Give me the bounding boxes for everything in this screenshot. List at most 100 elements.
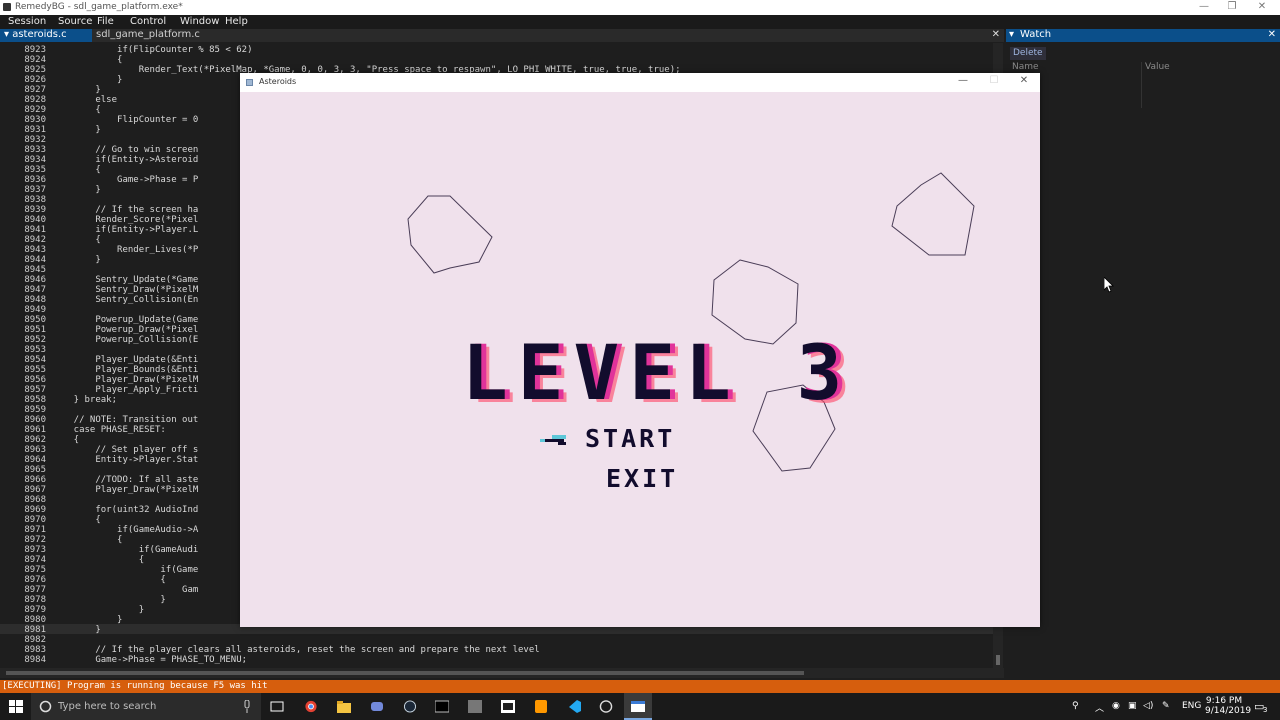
line-number[interactable]: 8971 [0,525,46,535]
code-line[interactable]: Sentry_Collision(En [52,295,198,305]
code-line[interactable]: Render_Score(*Pixel [52,215,198,225]
line-number[interactable]: 8935 [0,165,46,175]
code-line[interactable]: Player_Update(&Enti [52,355,198,365]
column-divider[interactable] [1141,62,1142,108]
start-menu-item[interactable]: START [585,424,675,453]
line-number[interactable]: 8941 [0,225,46,235]
code-line[interactable]: } [52,185,100,195]
code-line[interactable]: Sentry_Draw(*PixelM [52,285,198,295]
code-line[interactable]: if(Entity->Player.L [52,225,198,235]
line-number[interactable]: 8932 [0,135,46,145]
file-explorer-icon[interactable] [330,693,358,720]
line-number[interactable]: 8961 [0,425,46,435]
tab-sdl-game-platform-c[interactable]: sdl_game_platform.c [92,29,204,42]
asteroids-taskbar-button[interactable] [624,693,652,720]
close-panel-icon[interactable]: ✕ [1268,29,1276,40]
microphone-icon[interactable] [243,700,251,713]
panel-menu-icon[interactable]: ▾ [1009,29,1014,40]
code-line[interactable]: Gam [52,585,198,595]
line-number[interactable]: 8937 [0,185,46,195]
line-number[interactable]: 8982 [0,635,46,645]
line-number[interactable]: 8923 [0,45,46,55]
code-line[interactable]: { [52,535,122,545]
line-number[interactable]: 8942 [0,235,46,245]
line-number[interactable]: 8966 [0,475,46,485]
code-line[interactable]: // Set player off s [52,445,198,455]
line-number[interactable]: 8945 [0,265,46,275]
vscode-icon[interactable] [560,693,588,720]
line-number[interactable]: 8925 [0,65,46,75]
code-line[interactable]: Powerup_Update(Game [52,315,198,325]
line-number[interactable]: 8940 [0,215,46,225]
line-number[interactable]: 8977 [0,585,46,595]
code-line[interactable]: } [52,85,100,95]
code-line[interactable]: case PHASE_RESET: [52,425,166,435]
minimize-button[interactable]: — [1194,1,1214,12]
notification-center-icon[interactable]: ▭ 3 [1252,693,1272,720]
code-line[interactable]: Player_Apply_Fricti [52,385,198,395]
line-number[interactable]: 8967 [0,485,46,495]
line-number[interactable]: 8929 [0,105,46,115]
line-number[interactable]: 8955 [0,365,46,375]
code-line[interactable]: for(uint32 AudioInd [52,505,198,515]
delete-watch-button[interactable]: Delete [1010,47,1046,60]
game-close-button[interactable]: ✕ [1014,75,1034,86]
code-line[interactable]: Player_Draw(*PixelM [52,375,198,385]
code-line[interactable]: // NOTE: Transition out [52,415,199,425]
line-number[interactable]: 8944 [0,255,46,265]
code-line[interactable]: // If the player clears all asteroids, r… [52,645,539,655]
code-line[interactable]: Powerup_Collision(E [52,335,198,345]
line-number[interactable]: 8984 [0,655,46,665]
line-number[interactable]: 8981 [0,625,46,635]
code-line[interactable]: // Go to win screen [52,145,198,155]
code-line[interactable]: Player_Draw(*PixelM [52,485,198,495]
line-number[interactable]: 8934 [0,155,46,165]
task-view-icon[interactable] [263,693,291,720]
app-icon-gray[interactable] [461,693,489,720]
menu-file[interactable]: File [97,16,114,27]
code-line[interactable]: Game->Phase = P [52,175,198,185]
line-number[interactable]: 8973 [0,545,46,555]
start-button[interactable] [2,693,30,720]
code-line[interactable]: { [52,515,100,525]
game-window-title-bar[interactable]: Asteroids — ☐ ✕ [240,73,1040,92]
code-line[interactable]: if(GameAudi [52,545,199,555]
game-minimize-button[interactable]: — [953,75,973,86]
line-number[interactable]: 8948 [0,295,46,305]
line-number[interactable]: 8976 [0,575,46,585]
line-number[interactable]: 8962 [0,435,46,445]
asteroids-game-window[interactable]: Asteroids — ☐ ✕ START EXIT LEVEL 3 [240,73,1040,627]
menu-window[interactable]: Window [180,16,219,27]
code-line[interactable]: Render_Lives(*P [52,245,198,255]
terminal-icon[interactable] [428,693,456,720]
line-number[interactable]: 8965 [0,465,46,475]
code-line[interactable]: Game->Phase = PHASE_TO_MENU; [52,655,247,665]
code-line[interactable]: { [52,555,144,565]
line-number[interactable]: 8969 [0,505,46,515]
menu-help[interactable]: Help [225,16,248,27]
line-number[interactable]: 8963 [0,445,46,455]
tab-asteroids-c[interactable]: ▾ asteroids.c [0,29,92,42]
line-number[interactable]: 8953 [0,345,46,355]
code-line[interactable]: { [52,575,165,585]
code-line[interactable]: } [52,595,165,605]
code-line[interactable]: else [52,95,117,105]
line-number[interactable]: 8946 [0,275,46,285]
code-line[interactable]: // If the screen ha [52,205,198,215]
line-number[interactable]: 8936 [0,175,46,185]
code-line[interactable]: { [52,435,79,445]
line-number[interactable]: 8974 [0,555,46,565]
line-number[interactable]: 8926 [0,75,46,85]
scroll-thumb[interactable] [6,671,804,675]
line-number[interactable]: 8972 [0,535,46,545]
code-line[interactable]: if(Entity->Asteroid [52,155,198,165]
line-number[interactable]: 8954 [0,355,46,365]
line-number[interactable]: 8930 [0,115,46,125]
line-number[interactable]: 8983 [0,645,46,655]
code-line[interactable]: { [52,105,100,115]
watch-col-name[interactable]: Name [1012,62,1039,72]
exit-menu-item[interactable]: EXIT [606,464,678,493]
code-line[interactable]: Entity->Player.Stat [52,455,198,465]
line-number[interactable]: 8947 [0,285,46,295]
line-number[interactable]: 8943 [0,245,46,255]
